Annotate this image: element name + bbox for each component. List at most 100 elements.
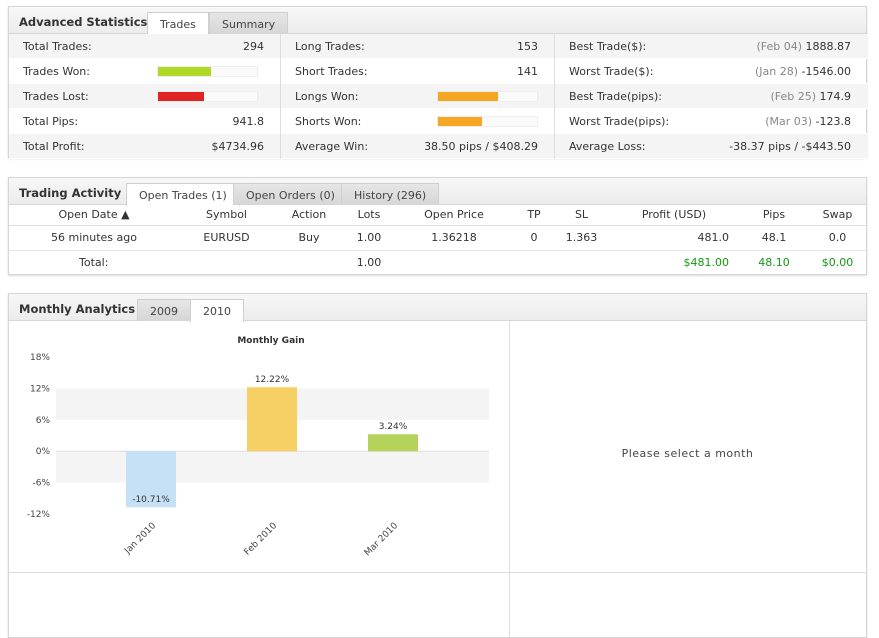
column-header[interactable]: Pips	[739, 205, 809, 226]
stat-value: (Feb 25) 174.9	[770, 90, 851, 103]
open-trades-table: Open Date ▲ Symbol Action Lots Open Price TP S…	[9, 205, 866, 276]
stat-label: Shorts Won:	[295, 115, 362, 128]
trading-activity-panel: Trading Activity Open Trades (1) Open Or…	[8, 177, 867, 276]
stat-row: Worst Trade($): (Jan 28) -1546.00	[555, 59, 867, 84]
table-cell: 0.0	[809, 225, 866, 251]
table-cell: 481.0	[609, 225, 739, 251]
column-header[interactable]: Open Date ▲	[9, 205, 179, 226]
stat-number: -38.37 pips / -$443.50	[729, 140, 851, 153]
total-pips: 48.10	[739, 250, 809, 276]
stat-label: Average Win:	[295, 140, 369, 153]
tab-2010[interactable]: 2010	[190, 299, 244, 322]
stat-label: Worst Trade($):	[569, 65, 654, 78]
stat-label: Worst Trade(pips):	[569, 115, 670, 128]
stat-number: 941.8	[232, 115, 265, 128]
column-header[interactable]: Swap	[809, 205, 866, 226]
stat-row: Best Trade($): (Feb 04) 1888.87	[555, 34, 867, 59]
tab-open-orders[interactable]: Open Orders (0)	[233, 183, 348, 205]
tab-open-trades[interactable]: Open Trades (1)	[126, 183, 240, 206]
stat-progress-fill	[158, 67, 212, 76]
stat-number: 153	[517, 40, 538, 53]
stat-row: Trades Lost:	[9, 84, 280, 109]
grid-band	[56, 451, 489, 483]
panel-title: Advanced Statistics	[19, 15, 148, 29]
column-header[interactable]: Profit (USD)	[609, 205, 739, 226]
stat-row: Longs Won:	[281, 84, 554, 109]
stat-row: Average Loss: -38.37 pips / -$443.50	[555, 134, 867, 159]
total-swap: $0.00	[809, 250, 866, 276]
column-header[interactable]: SL	[554, 205, 609, 226]
stat-number: -123.8	[815, 115, 851, 128]
tab-2009[interactable]: 2009	[137, 299, 191, 321]
y-tick-label: 6%	[36, 416, 51, 426]
stat-value: 941.8	[233, 115, 265, 128]
stat-label: Best Trade($):	[569, 40, 647, 53]
stat-label: Longs Won:	[295, 90, 359, 103]
stat-number: 141	[517, 65, 538, 78]
bar[interactable]	[247, 387, 297, 452]
table-cell: Buy	[274, 225, 344, 251]
stat-label: Trades Lost:	[23, 90, 89, 103]
stat-row: Trades Won:	[9, 59, 280, 84]
stat-date: (Feb 04)	[756, 40, 802, 53]
x-tick-label: Mar 2010	[363, 521, 400, 558]
monthly-analytics-panel: Monthly Analytics 2009 2010 Please selec…	[8, 293, 867, 638]
data-label: -10.71%	[132, 495, 170, 505]
divider	[9, 572, 866, 573]
column-header[interactable]: Lots	[344, 205, 394, 226]
stat-value: (Feb 04) 1888.87	[756, 40, 851, 53]
panel-header: Monthly Analytics 2009 2010	[9, 294, 866, 322]
panel-title: Monthly Analytics	[19, 302, 136, 316]
stat-row: Total Pips: 941.8	[9, 109, 280, 134]
table-cell: 1.363	[554, 225, 609, 251]
stat-row: Long Trades: 153	[281, 34, 554, 59]
stat-label: Total Trades:	[23, 40, 92, 53]
column-header[interactable]: Symbol	[179, 205, 274, 226]
x-tick-label: Feb 2010	[243, 521, 280, 558]
column-header[interactable]: Open Price	[394, 205, 514, 226]
table-cell: EURUSD	[179, 225, 274, 251]
table-row[interactable]: 56 minutes ago EURUSD Buy 1.00 1.36218 0 1.363…	[9, 225, 866, 251]
table-cell: 1.36218	[394, 225, 514, 251]
stat-value: $4734.96	[212, 140, 265, 153]
tab-history[interactable]: History (296)	[341, 183, 440, 205]
stat-number: $4734.96	[211, 140, 265, 153]
tab-summary[interactable]: Summary	[209, 12, 289, 34]
stat-progress-bar	[437, 91, 538, 102]
column-header[interactable]: Action	[274, 205, 344, 226]
bar[interactable]	[368, 434, 418, 452]
stat-label: Total Pips:	[23, 115, 79, 128]
column-header[interactable]: TP	[514, 205, 554, 226]
panel-title: Trading Activity	[19, 186, 122, 200]
data-label: 3.24%	[379, 422, 408, 432]
stat-number: 1888.87	[805, 40, 852, 53]
stat-label: Total Profit:	[23, 140, 85, 153]
stat-value: 294	[243, 40, 264, 53]
stat-row: Total Trades: 294	[9, 34, 280, 59]
stat-progress-bar	[157, 66, 258, 77]
advanced-statistics-panel: Advanced Statistics Trades Summary Total…	[8, 6, 867, 159]
stat-date: (Mar 03)	[765, 115, 813, 128]
total-lots: 1.00	[344, 250, 394, 276]
stat-progress-bar	[157, 91, 258, 102]
stat-value: -38.37 pips / -$443.50	[729, 140, 851, 153]
monthly-gain-chart[interactable]: Monthly Gain 18% 12% 6% 0% -6% -12% -10.71% Jan …	[9, 321, 509, 571]
stat-progress-fill	[438, 117, 482, 126]
tab-trades[interactable]: Trades	[147, 12, 209, 35]
stat-number: -1546.00	[801, 65, 851, 78]
stat-label: Long Trades:	[295, 40, 365, 53]
table-cell: 1.00	[344, 225, 394, 251]
table-cell: 0	[514, 225, 554, 251]
y-tick-label: -6%	[32, 479, 50, 489]
stat-value: 38.50 pips / $408.29	[424, 140, 538, 153]
stat-label: Trades Won:	[23, 65, 90, 78]
y-tick-label: 0%	[36, 447, 51, 457]
panel-header: Trading Activity Open Trades (1) Open Or…	[9, 178, 866, 206]
table-cell: 56 minutes ago	[9, 225, 179, 251]
stat-row: Best Trade(pips): (Feb 25) 174.9	[555, 84, 867, 109]
stat-label: Best Trade(pips):	[569, 90, 663, 103]
stat-row: Average Win: 38.50 pips / $408.29	[281, 134, 554, 159]
stat-progress-fill	[438, 92, 499, 101]
y-tick-label: -12%	[27, 510, 51, 520]
stat-date: (Feb 25)	[770, 90, 816, 103]
